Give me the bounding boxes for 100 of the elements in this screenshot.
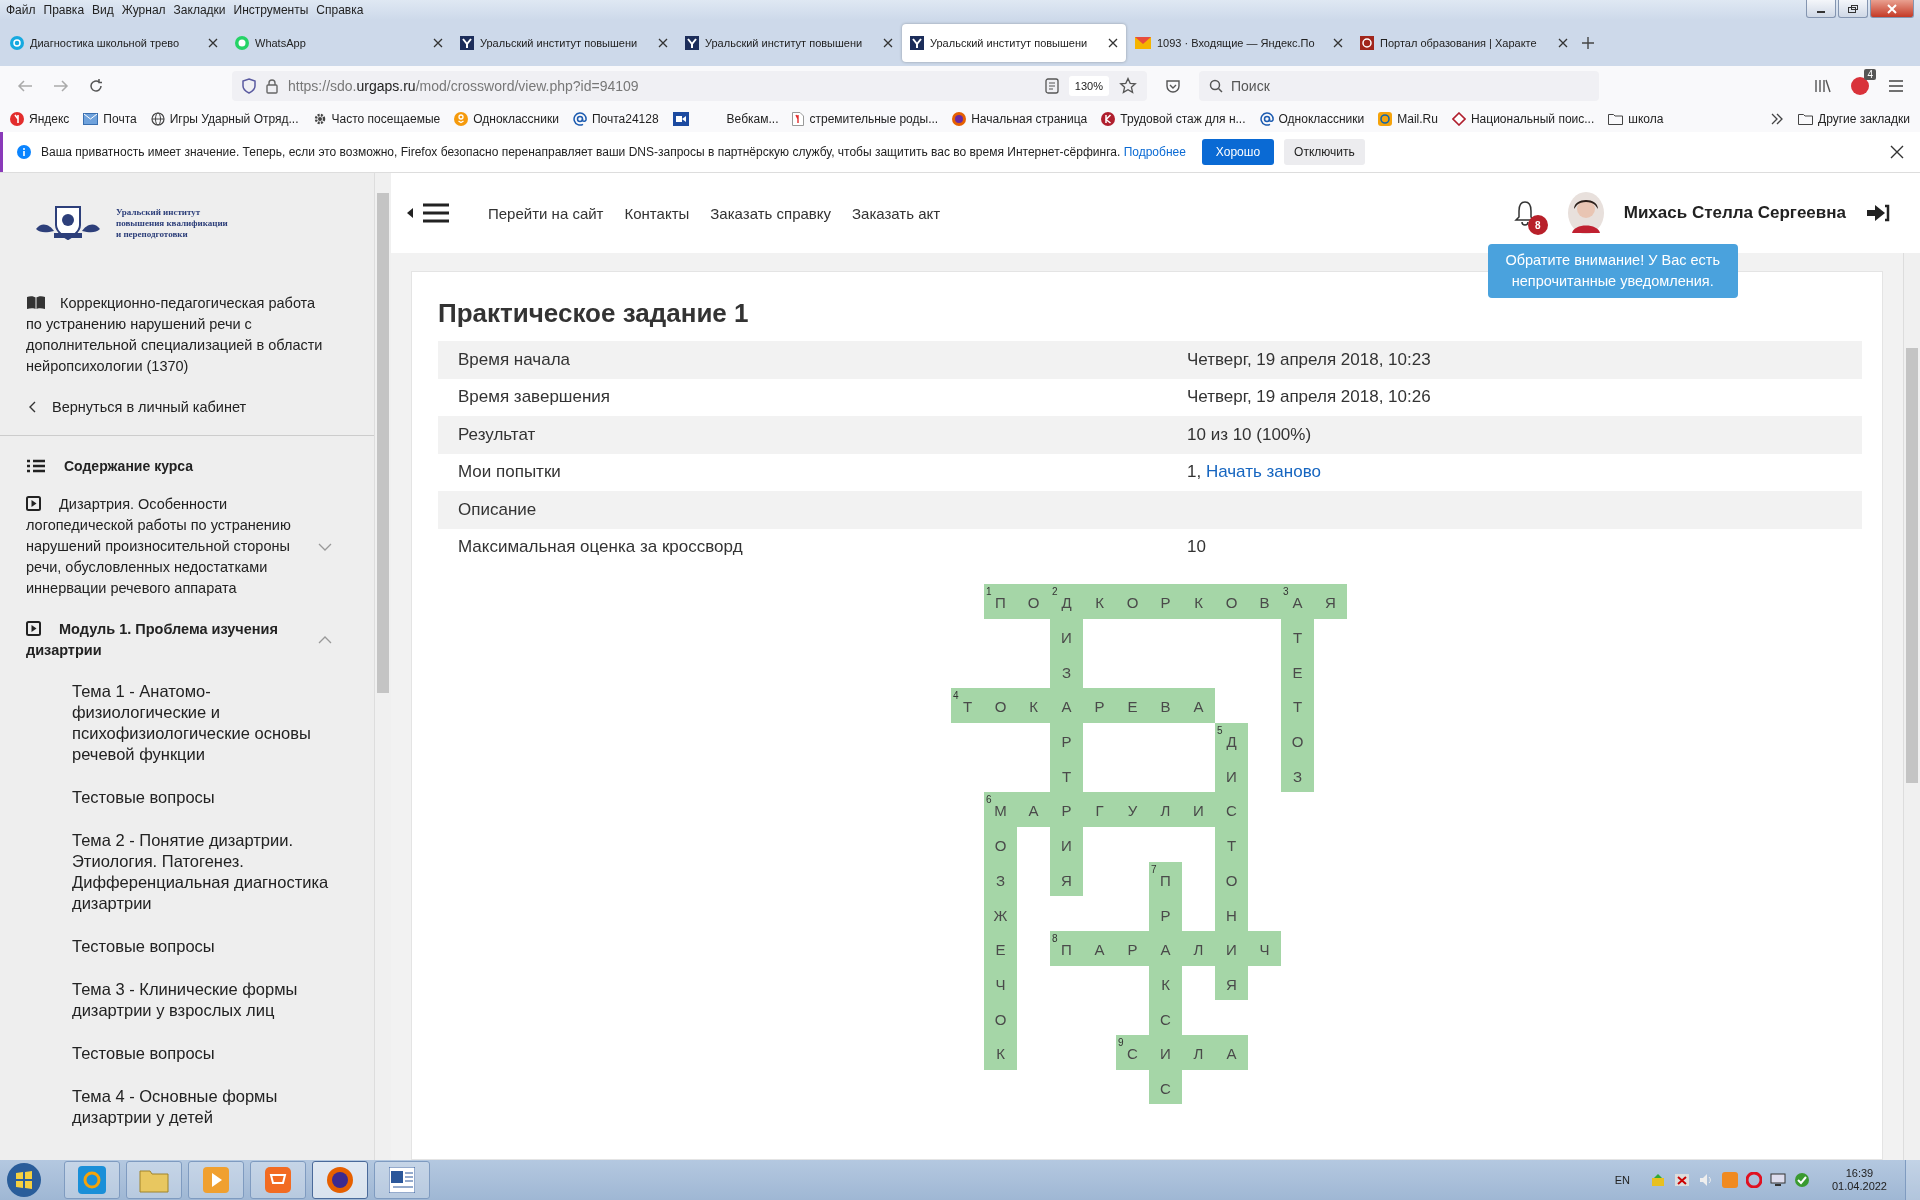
bookmark-item[interactable]: Трудовой стаж для н...	[1101, 112, 1246, 126]
close-icon[interactable]	[1108, 38, 1118, 48]
zoom-level[interactable]: 130%	[1068, 76, 1109, 96]
close-icon[interactable]	[1558, 38, 1568, 48]
video-call-icon[interactable]	[672, 112, 689, 126]
close-icon[interactable]	[208, 38, 218, 48]
menu-icon[interactable]	[422, 202, 450, 224]
menu-item[interactable]: Закладки	[171, 3, 232, 17]
crossword-letter: Т	[1061, 767, 1072, 785]
topic-link[interactable]: Тестовые вопросы	[0, 787, 374, 830]
close-icon[interactable]	[433, 38, 443, 48]
table-cell: 10 из 10 (100%)	[1187, 424, 1312, 445]
close-icon[interactable]	[1333, 38, 1343, 48]
bookmark-item[interactable]: Вебкам...	[726, 112, 779, 126]
minimize-button[interactable]	[1806, 0, 1836, 18]
restore-button[interactable]	[1838, 0, 1868, 18]
crossword-letter: О	[994, 1010, 1007, 1028]
shield-icon[interactable]	[1673, 1172, 1690, 1188]
clue-number: 1	[986, 586, 992, 597]
chevron-icon[interactable]	[1770, 113, 1785, 125]
browser-tab[interactable]: Диагностика школьной трево	[2, 24, 226, 62]
bookmark-item[interactable]: стремительные роды...	[792, 112, 939, 126]
restart-link[interactable]: Начать заново	[1205, 462, 1321, 482]
crossword-letter: Ч	[1259, 941, 1270, 959]
nav-link[interactable]: Перейти на сайт	[488, 204, 604, 222]
close-icon[interactable]	[883, 38, 893, 48]
close-icon[interactable]	[1890, 145, 1904, 159]
accept-button[interactable]: Хорошо	[1201, 139, 1275, 165]
bookmark-item[interactable]: Национальный поис...	[1451, 112, 1595, 126]
check-icon[interactable]	[1793, 1172, 1810, 1188]
bookmark-item[interactable]: Игры Ударный Отряд...	[150, 112, 299, 126]
scrollbar[interactable]	[1903, 253, 1920, 1160]
menu-item[interactable]: Файл	[4, 3, 42, 17]
topic-link[interactable]: Тестовые вопросы	[0, 1043, 374, 1086]
clue-number: 2	[1052, 586, 1058, 597]
topic-link[interactable]: Тема 4 - Основные формы дизартрии у детей	[0, 1086, 374, 1150]
menu-item[interactable]: Инструменты	[231, 3, 315, 17]
bookmark-item[interactable]: Часто посещаемые	[312, 112, 441, 126]
browser-tab[interactable]: Уральский институт повышени	[452, 24, 676, 62]
address-bar[interactable]: https://sdo.urgaps.ru/mod/crossword/view.php?id=94109 130%	[232, 71, 1147, 101]
bookmark-item[interactable]: Почта24128	[572, 112, 659, 126]
back-link[interactable]: Вернуться в личный кабинет	[0, 377, 374, 435]
menu-item[interactable]: Правка	[41, 3, 91, 17]
opera-icon[interactable]	[1745, 1172, 1762, 1188]
library-icon[interactable]	[1814, 78, 1832, 94]
scrollbar[interactable]	[374, 173, 391, 1160]
browser-tab[interactable]: 1093 · Входящие — Яндекс.По	[1127, 24, 1351, 62]
bookmark-item[interactable]: Другие закладки	[1798, 112, 1910, 126]
crossword-letter: С	[1160, 1010, 1171, 1028]
bookmark-item[interactable]: Начальная страница	[952, 112, 1088, 126]
bookmark-item[interactable]: Одноклассники	[1259, 112, 1365, 126]
menu-item[interactable]: Вид	[90, 3, 120, 17]
reader-view-icon[interactable]	[1044, 78, 1059, 94]
browser-tab[interactable]: Уральский институт повышени	[902, 24, 1126, 62]
user-name[interactable]: Михась Стелла Сергеевна	[1623, 203, 1846, 223]
search-field[interactable]: Поиск	[1199, 71, 1599, 101]
browser-tab[interactable]: Портал образования | Характе	[1352, 24, 1576, 62]
collapse-caret-icon[interactable]	[406, 207, 414, 219]
start-button[interactable]	[6, 1162, 42, 1198]
topic-link[interactable]: Тестовые вопросы	[0, 936, 374, 979]
clue-number: 6	[986, 794, 992, 806]
bookmark-item[interactable]: Mail.Ru	[1378, 112, 1438, 126]
nav-link[interactable]: Заказать акт	[852, 204, 941, 222]
table-cell-text: Описание	[457, 499, 538, 520]
reload-icon[interactable]	[88, 78, 104, 94]
crossword-letter: З	[1292, 767, 1303, 785]
clock[interactable]: 16:39 01.04.2022	[1831, 1167, 1887, 1193]
disable-button[interactable]: Отключить	[1284, 139, 1365, 165]
search-icon	[1209, 79, 1223, 93]
folder-icon	[1608, 113, 1624, 125]
table-cell: Четверг, 19 апреля 2018, 10:23	[1187, 349, 1431, 370]
menu-item[interactable]: Справка	[314, 3, 370, 17]
browser-tab[interactable]: Уральский институт повышени	[677, 24, 901, 62]
crossword-letter: О	[1225, 871, 1238, 889]
clue-number: 5	[1217, 724, 1223, 736]
bookmark-item[interactable]: Почта	[83, 112, 137, 126]
bookmark-item[interactable]: школа	[1608, 112, 1664, 126]
nav-link[interactable]: Заказать справку	[710, 204, 831, 222]
globe-icon	[150, 112, 165, 126]
new-tab-icon[interactable]	[1581, 36, 1595, 50]
browser-tab[interactable]: WhatsApp	[227, 24, 451, 62]
avatar[interactable]	[1565, 191, 1606, 235]
nav-link[interactable]: Контакты	[624, 204, 690, 222]
bookmark-item[interactable]: Одноклассники	[454, 112, 559, 126]
menu-item[interactable]: Журнал	[119, 3, 172, 17]
taskbar-app[interactable]	[374, 1161, 430, 1199]
pocket-icon[interactable]	[1165, 78, 1181, 94]
close-button[interactable]	[1870, 0, 1914, 18]
logout-icon[interactable]	[1866, 203, 1890, 223]
topic-link[interactable]: Тема 2 - Понятие дизартрии. Этиология. Патогенез. Дифференциальная диагностика дизартрии	[0, 830, 374, 936]
monitor-icon[interactable]	[1769, 1172, 1786, 1188]
star-icon[interactable]	[1119, 77, 1137, 95]
topic-link[interactable]: Тема 3 - Клинические формы дизартрии у взрослых лиц	[0, 979, 374, 1043]
close-icon[interactable]	[658, 38, 668, 48]
topic-link[interactable]: Тема 1 - Анатомо-физиологические и психофизиологические основы речевой функции	[0, 681, 374, 787]
learn-more-link[interactable]: Подробнее	[1123, 145, 1186, 159]
taskbar-app[interactable]	[312, 1161, 368, 1199]
language-indicator[interactable]: EN	[1614, 1174, 1630, 1186]
table-cell-text: Максимальная оценка за кроссворд	[457, 537, 744, 558]
bookmark-item[interactable]: Яндекс	[10, 112, 70, 126]
